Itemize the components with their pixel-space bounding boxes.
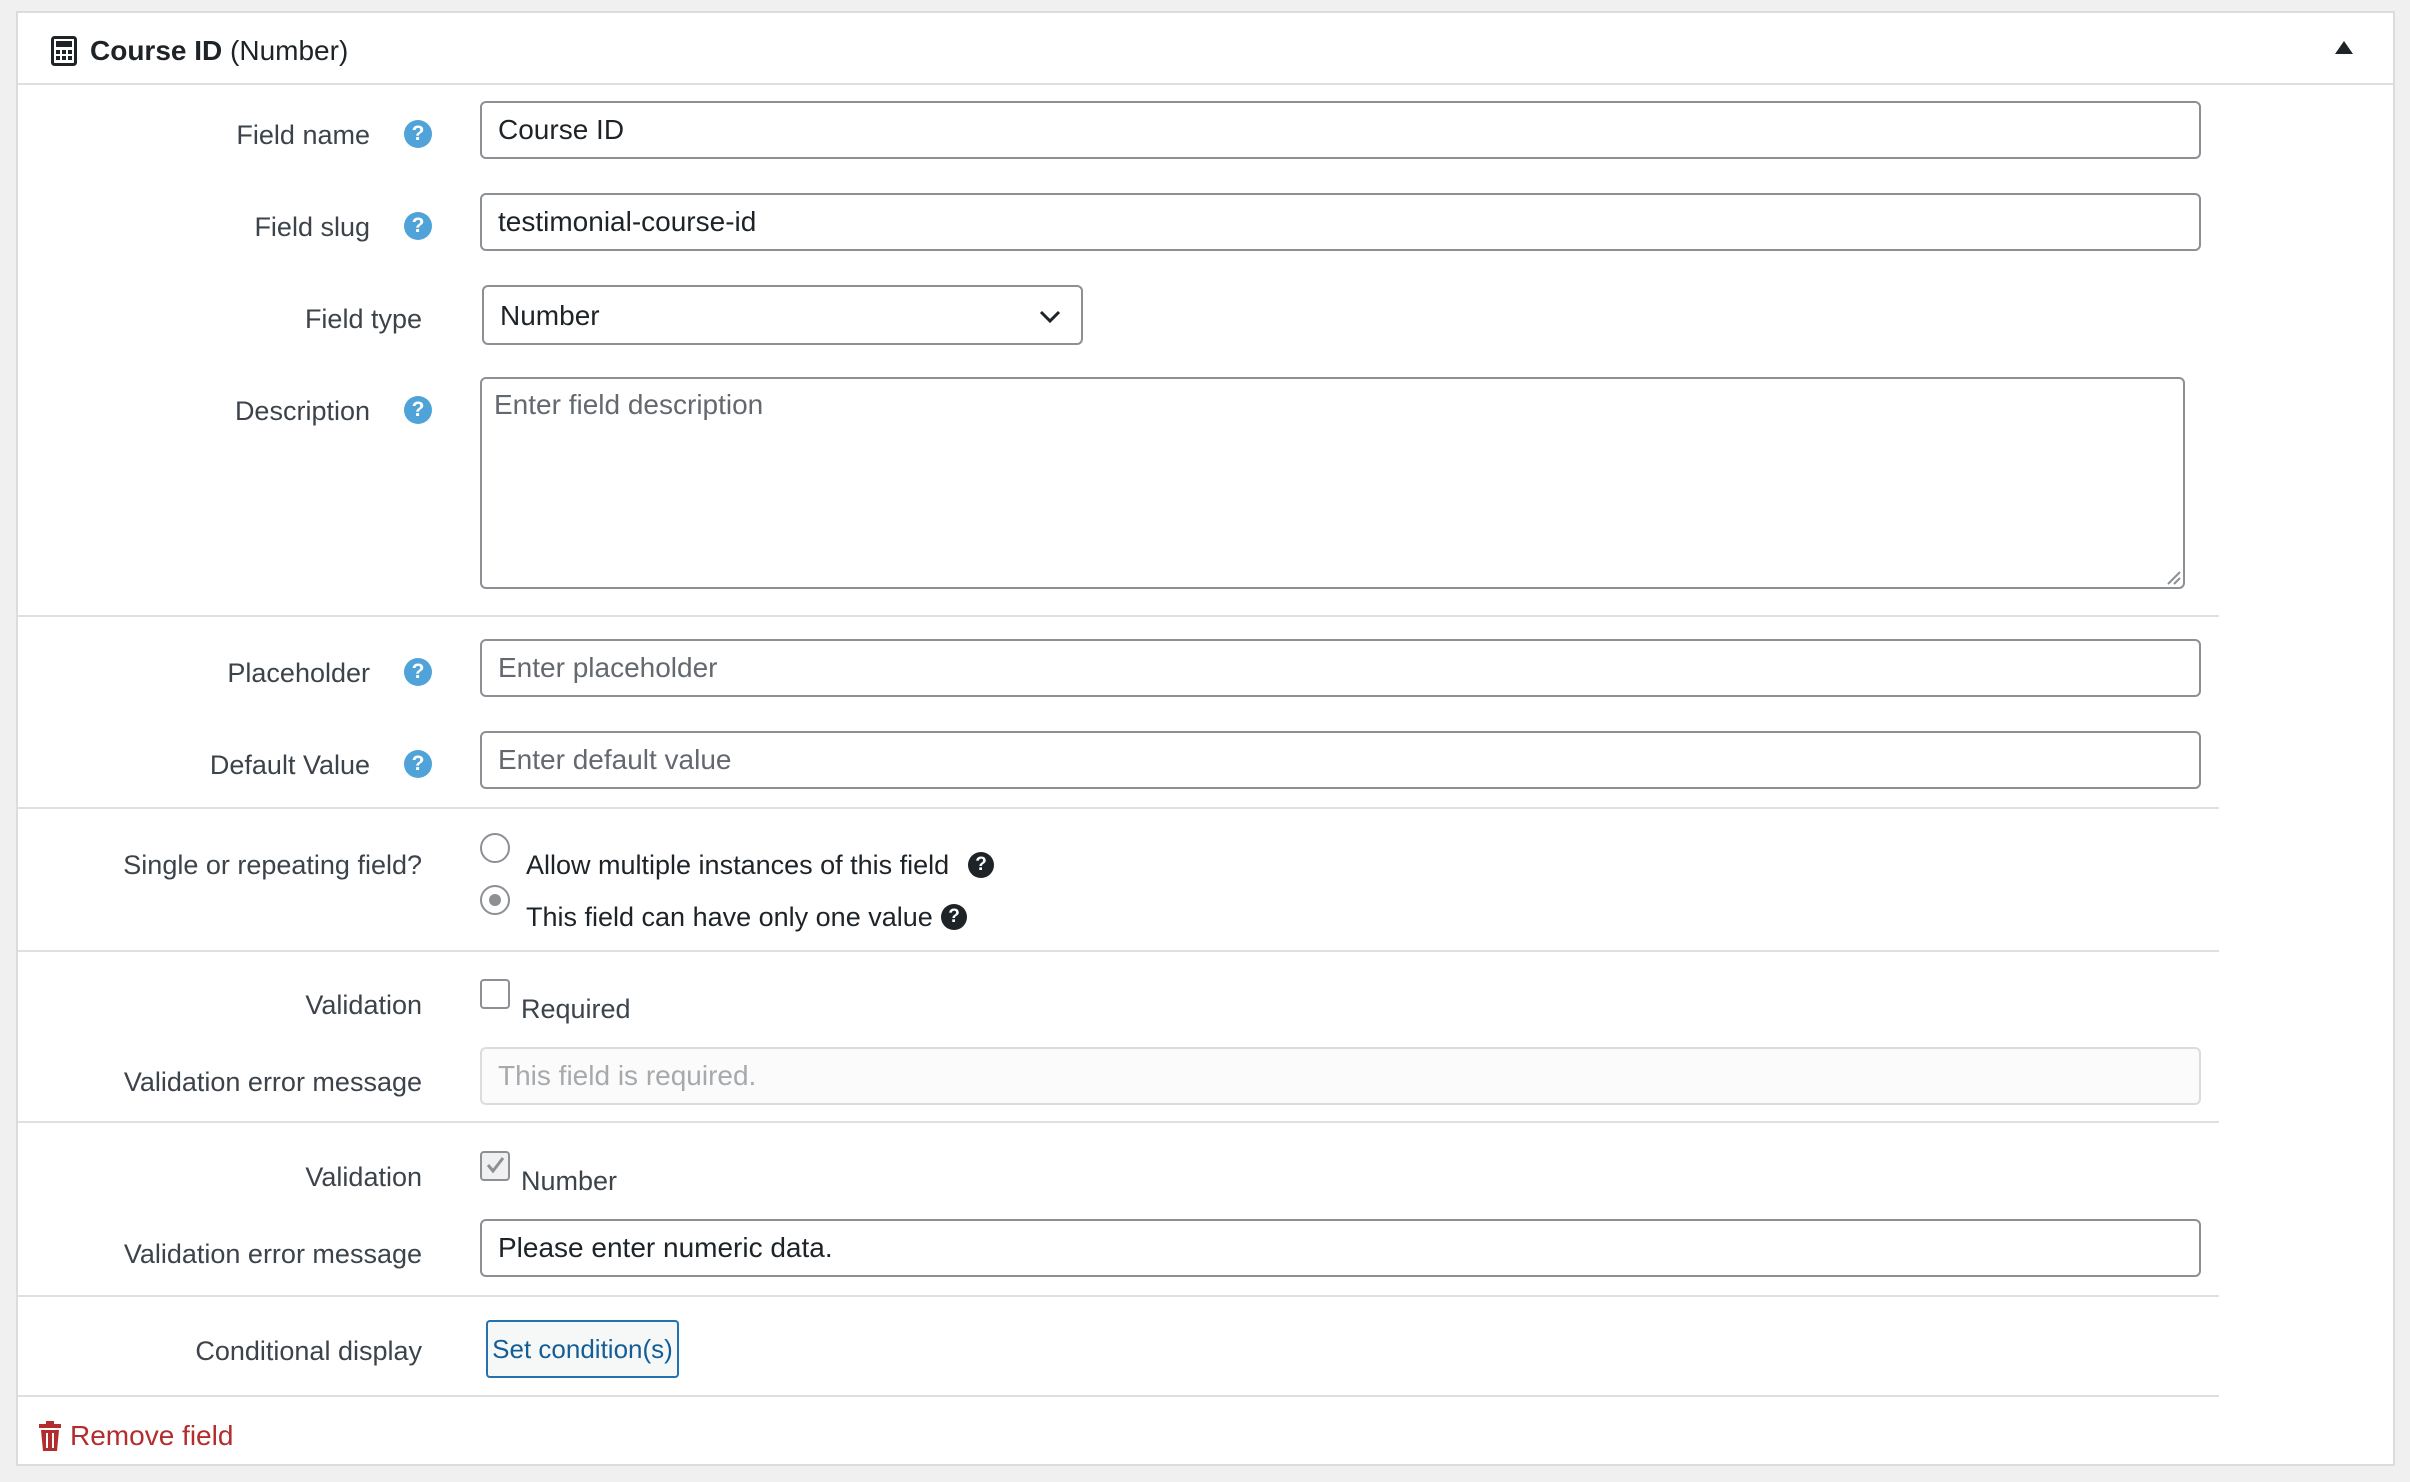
help-icon[interactable]: ? xyxy=(404,120,432,148)
help-icon[interactable]: ? xyxy=(404,396,432,424)
calculator-icon xyxy=(51,36,77,66)
description-textarea[interactable] xyxy=(480,377,2185,589)
section-divider xyxy=(18,807,2219,809)
placeholder-label: Placeholder xyxy=(227,658,370,688)
radio-single-value-label: This field can have only one value xyxy=(526,902,933,932)
section-divider xyxy=(18,615,2219,617)
question-circle-icon[interactable]: ? xyxy=(968,852,994,878)
field-type-select[interactable]: Number xyxy=(482,285,1083,345)
validation-required-label: Validation xyxy=(305,990,422,1020)
help-icon[interactable]: ? xyxy=(404,750,432,778)
validation-error-label: Validation error message xyxy=(123,1239,422,1269)
field-name-label: Field name xyxy=(236,120,370,150)
triangle-up-icon[interactable] xyxy=(2335,41,2353,54)
field-name-input[interactable] xyxy=(480,101,2201,159)
chevron-down-icon xyxy=(1039,310,1061,324)
help-icon[interactable]: ? xyxy=(404,212,432,240)
help-icon[interactable]: ? xyxy=(404,658,432,686)
question-circle-icon[interactable]: ? xyxy=(941,904,967,930)
section-divider xyxy=(18,1121,2219,1123)
remove-field-label: Remove field xyxy=(70,1420,234,1451)
radio-single-value[interactable] xyxy=(480,885,510,915)
section-divider xyxy=(18,950,2219,952)
checkmark-icon xyxy=(486,1157,505,1174)
required-checkbox-label: Required xyxy=(521,994,631,1024)
resize-grip-icon[interactable] xyxy=(2165,569,2181,585)
section-divider xyxy=(18,1395,2219,1397)
field-type-value: Number xyxy=(500,300,600,331)
field-panel: Course ID (Number) Field name ? Field sl… xyxy=(16,11,2395,1466)
conditional-display-label: Conditional display xyxy=(195,1336,422,1366)
required-checkbox[interactable] xyxy=(480,979,510,1009)
trash-icon xyxy=(39,1421,61,1451)
set-conditions-button[interactable]: Set condition(s) xyxy=(486,1320,679,1378)
validation-number-label: Validation xyxy=(305,1162,422,1192)
field-slug-input[interactable] xyxy=(480,193,2201,251)
radio-multiple-instances[interactable] xyxy=(480,833,510,863)
number-error-message-input[interactable] xyxy=(480,1219,2201,1277)
required-error-message-input[interactable] xyxy=(480,1047,2201,1105)
number-checkbox[interactable] xyxy=(480,1151,510,1181)
radio-multiple-instances-label: Allow multiple instances of this field xyxy=(526,850,950,880)
field-header[interactable]: Course ID (Number) xyxy=(18,13,2393,85)
default-value-input[interactable] xyxy=(480,731,2201,789)
field-title-type: (Number) xyxy=(230,35,349,66)
validation-error-label: Validation error message xyxy=(123,1067,422,1097)
description-label: Description xyxy=(234,396,370,426)
field-title-name: Course ID xyxy=(90,35,223,66)
default-value-label: Default Value xyxy=(209,750,370,780)
section-divider xyxy=(18,1295,2219,1297)
number-checkbox-label: Number xyxy=(521,1166,618,1196)
field-slug-label: Field slug xyxy=(254,212,370,242)
field-title: Course ID (Number) xyxy=(90,34,348,68)
field-type-label: Field type xyxy=(304,304,422,334)
placeholder-input[interactable] xyxy=(480,639,2201,697)
repeating-label: Single or repeating field? xyxy=(123,850,422,880)
